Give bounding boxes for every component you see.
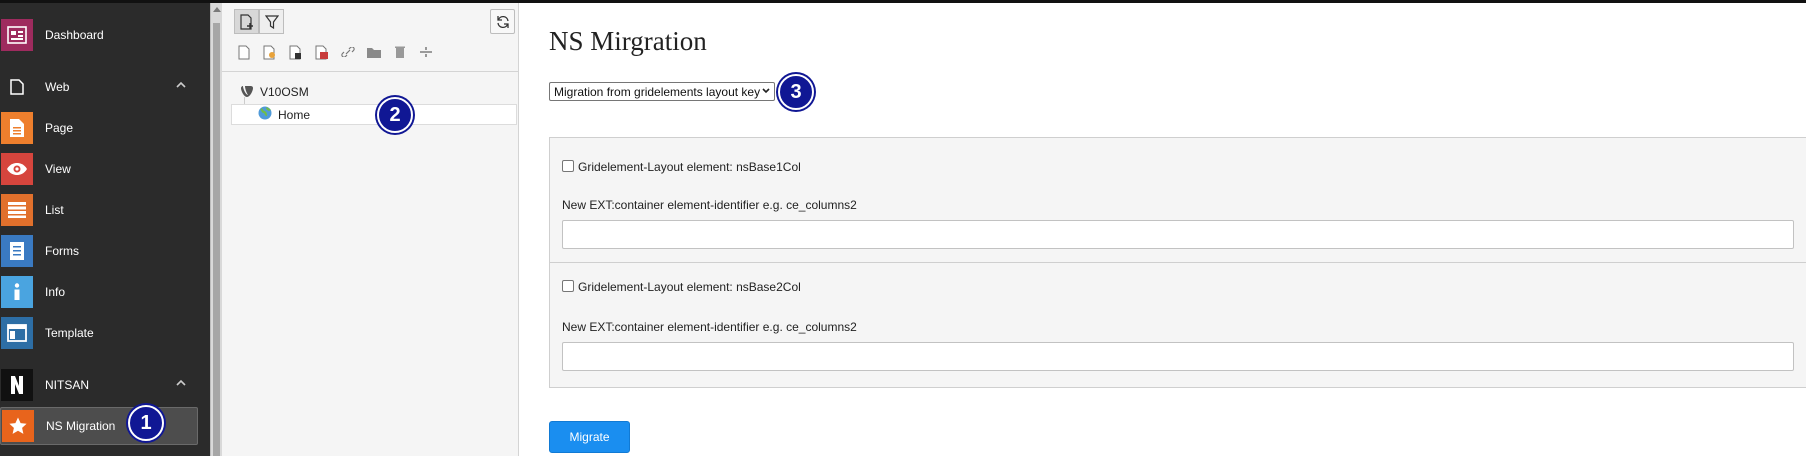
star-icon — [2, 410, 34, 442]
layout-mapping-row: Gridelement-Layout element: nsBase1Col N… — [550, 138, 1806, 262]
new-page-icon — [239, 13, 253, 30]
page-icon — [1, 112, 33, 144]
menu-item-label: List — [45, 203, 64, 217]
layout-mapping-panel: Gridelement-Layout element: nsBase1Col N… — [549, 137, 1806, 388]
identifier-hint: New EXT:container element-identifier e.g… — [562, 198, 857, 212]
module-menu-scrollbar[interactable] — [210, 3, 222, 456]
tree-root-label: V10OSM — [260, 85, 309, 99]
layout-checkbox[interactable] — [562, 280, 574, 292]
toolbar-divider — [222, 71, 519, 72]
page-title: NS Mirgration — [549, 26, 707, 56]
menu-item-page[interactable]: Page — [0, 109, 210, 147]
menu-item-label: Web — [45, 80, 70, 94]
web-page-icon — [1, 71, 33, 103]
page-type-backend-user-icon[interactable] — [260, 43, 280, 61]
nitsan-logo-icon — [1, 369, 33, 401]
module-menu: Dashboard Web Page View List Forms Info … — [0, 3, 210, 456]
filter-button[interactable] — [259, 9, 284, 34]
page-type-standard-icon[interactable] — [234, 43, 254, 61]
page-type-mountpoint-icon[interactable] — [338, 43, 358, 61]
menu-item-template[interactable]: Template — [0, 314, 210, 352]
page-type-external-link-icon[interactable] — [312, 43, 332, 61]
container-identifier-input[interactable] — [562, 220, 1794, 249]
menu-item-label: NITSAN — [45, 378, 90, 392]
layout-checkbox-label[interactable]: Gridelement-Layout element: nsBase1Col — [578, 160, 801, 174]
menu-item-label: Dashboard — [45, 28, 104, 42]
chevron-up-icon[interactable] — [176, 80, 186, 90]
list-icon — [1, 194, 33, 226]
step-badge-2: 2 — [377, 97, 413, 133]
menu-item-info[interactable]: Info — [0, 273, 210, 311]
layout-checkbox[interactable] — [562, 160, 574, 172]
scrollbar-thumb[interactable] — [213, 23, 220, 456]
migration-type-select[interactable]: Migration from gridelements layout key — [549, 82, 775, 101]
identifier-hint: New EXT:container element-identifier e.g… — [562, 320, 857, 334]
info-icon — [1, 276, 33, 308]
page-type-shortcut-icon[interactable] — [286, 43, 306, 61]
container-identifier-input[interactable] — [562, 342, 1794, 371]
step-badge-3: 3 — [778, 74, 814, 110]
scroll-up-arrow-icon[interactable] — [213, 7, 221, 12]
page-type-recycler-icon[interactable] — [390, 43, 410, 61]
menu-item-view[interactable]: View — [0, 150, 210, 188]
typo3-logo-icon — [241, 86, 253, 97]
menu-item-label: Forms — [45, 244, 79, 258]
menu-item-dashboard[interactable]: Dashboard — [0, 16, 210, 54]
tree-root-node[interactable]: V10OSM — [240, 85, 309, 99]
forms-icon — [1, 235, 33, 267]
page-type-folder-icon[interactable] — [364, 43, 384, 61]
eye-icon — [1, 153, 33, 185]
filter-icon — [264, 14, 279, 29]
menu-item-ns-migration[interactable]: NS Migration — [0, 407, 198, 445]
migrate-button[interactable]: Migrate — [549, 421, 630, 453]
page-type-toolbar — [234, 43, 436, 61]
migration-type-value: Migration from gridelements layout key — [554, 84, 761, 99]
chevron-down-icon — [762, 88, 770, 94]
page-tree-panel: V10OSM Home 2 — [222, 3, 519, 456]
menu-group-nitsan[interactable]: NITSAN — [0, 366, 210, 404]
menu-item-label: NS Migration — [46, 419, 116, 433]
menu-group-web[interactable]: Web — [0, 68, 210, 106]
refresh-button[interactable] — [490, 9, 515, 34]
new-page-toggle-button[interactable] — [234, 9, 259, 34]
refresh-icon — [496, 15, 509, 28]
layout-mapping-row: Gridelement-Layout element: nsBase2Col N… — [550, 262, 1806, 386]
module-content: NS Mirgration Migration from gridelement… — [520, 3, 1806, 456]
layout-checkbox-label[interactable]: Gridelement-Layout element: nsBase2Col — [578, 280, 801, 294]
menu-item-label: Template — [45, 326, 94, 340]
chevron-up-icon[interactable] — [176, 378, 186, 388]
menu-item-label: Info — [45, 285, 66, 299]
globe-icon — [258, 106, 272, 123]
template-icon — [1, 317, 33, 349]
tree-toolbar — [234, 9, 284, 34]
menu-item-forms[interactable]: Forms — [0, 232, 210, 270]
tree-node-home[interactable]: Home — [231, 104, 517, 125]
menu-item-label: View — [45, 162, 71, 176]
page-type-menu-separator-icon[interactable] — [416, 43, 436, 61]
step-badge-1: 1 — [128, 405, 164, 441]
menu-item-list[interactable]: List — [0, 191, 210, 229]
dashboard-icon — [1, 19, 33, 51]
menu-item-label: Page — [45, 121, 74, 135]
tree-node-label: Home — [278, 107, 311, 122]
